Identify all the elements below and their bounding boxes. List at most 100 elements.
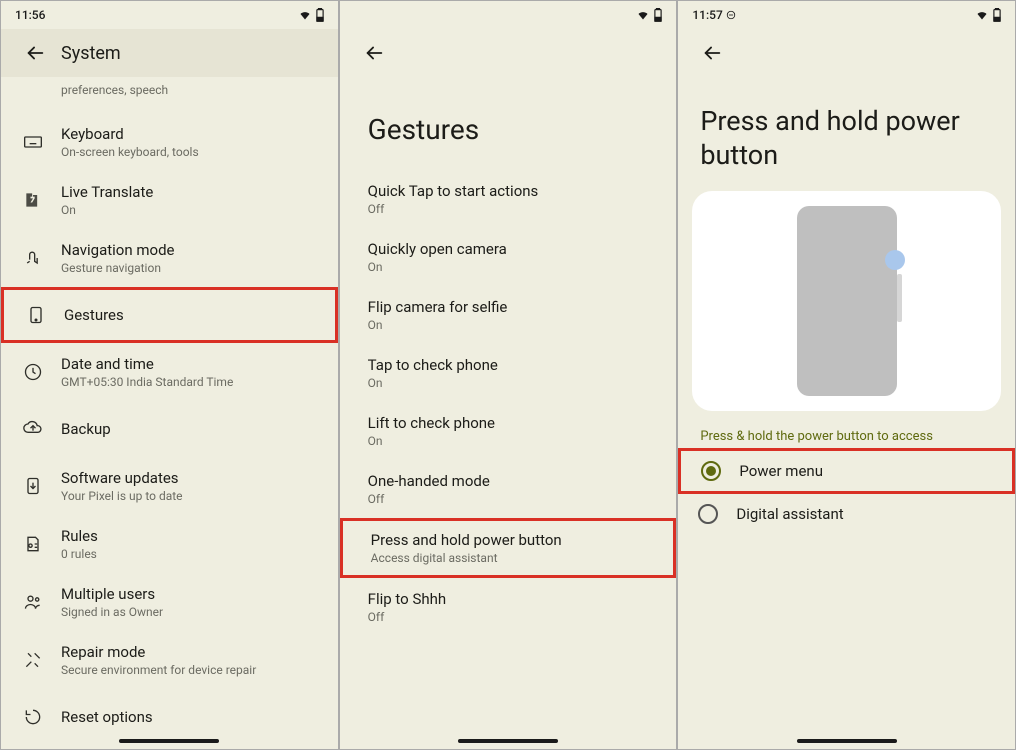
rules-icon [21, 532, 45, 556]
item-title: Keyboard [61, 125, 322, 143]
item-title: Backup [61, 420, 322, 438]
clock-icon [21, 360, 45, 384]
item-subtitle: Off [368, 202, 649, 216]
option-label: Power menu [739, 462, 823, 480]
back-arrow-icon [24, 42, 46, 64]
status-icons [636, 8, 662, 22]
option-power-menu[interactable]: Power menu [678, 448, 1015, 494]
status-icons [975, 8, 1001, 22]
item-title: Press and hold power button [371, 531, 646, 549]
item-subtitle: On [368, 318, 649, 332]
item-title: Software updates [61, 469, 322, 487]
item-keyboard[interactable]: KeyboardOn-screen keyboard, tools [1, 113, 338, 171]
status-bar: 11:56 [1, 1, 338, 29]
item-subtitle: GMT+05:30 India Standard Time [61, 375, 322, 389]
option-label: Digital assistant [736, 505, 843, 523]
item-title: Rules [61, 527, 322, 545]
radio-unselected-icon [698, 504, 718, 524]
status-bar [340, 1, 677, 29]
gesture-nav-bar[interactable] [458, 739, 558, 743]
wifi-icon [298, 9, 312, 21]
panel-system: 11:56 System preferences, speech Keyboar… [0, 0, 339, 750]
power-button-icon [897, 274, 902, 322]
item-title: Repair mode [61, 643, 322, 661]
gesture-icon [24, 303, 48, 327]
illustration [692, 191, 1001, 411]
item-title: Quick Tap to start actions [368, 182, 649, 200]
item-subtitle: On [368, 376, 649, 390]
header [678, 29, 1015, 77]
status-time: 11:57 [692, 8, 735, 22]
back-arrow-icon [701, 42, 723, 64]
gesture-nav-bar[interactable] [119, 739, 219, 743]
item-title: Flip camera for selfie [368, 298, 649, 316]
item-reset-options[interactable]: Reset options [1, 689, 338, 745]
item-subtitle: Off [368, 610, 649, 624]
gesture-quick-tap[interactable]: Quick Tap to start actions Off [340, 170, 677, 228]
item-title: Quickly open camera [368, 240, 649, 258]
panel-power-button: 11:57 Press and hold power button Press … [677, 0, 1016, 750]
item-title: Flip to Shhh [368, 590, 649, 608]
item-subtitle: On [368, 260, 649, 274]
item-subtitle: Your Pixel is up to date [61, 489, 322, 503]
radio-selected-icon [701, 461, 721, 481]
navigation-icon [21, 246, 45, 270]
panel-gestures: Gestures Quick Tap to start actions Off Q… [339, 0, 678, 750]
item-navigation-mode[interactable]: Navigation modeGesture navigation [1, 229, 338, 287]
option-digital-assistant[interactable]: Digital assistant [678, 494, 1015, 534]
item-subtitle: 0 rules [61, 547, 322, 561]
item-title: Date and time [61, 355, 322, 373]
item-title: One-handed mode [368, 472, 649, 490]
gesture-nav-bar[interactable] [797, 739, 897, 743]
item-title: Live Translate [61, 183, 322, 201]
status-icons [298, 8, 324, 22]
page-title: Press and hold power button [678, 77, 1015, 191]
placeholder-icon [21, 77, 45, 101]
wifi-icon [636, 9, 650, 21]
item-title: Multiple users [61, 585, 322, 603]
gesture-press-hold-power[interactable]: Press and hold power buttonAccess digita… [340, 518, 677, 578]
item-software-updates[interactable]: Software updates Your Pixel is up to date [1, 457, 338, 515]
battery-icon [316, 8, 324, 22]
back-button[interactable] [356, 35, 392, 71]
status-bar: 11:57 [678, 1, 1015, 29]
update-icon [21, 474, 45, 498]
item-repair-mode[interactable]: Repair mode Secure environment for device… [1, 631, 338, 689]
item-live-translate[interactable]: Live TranslateOn [1, 171, 338, 229]
item-title: Tap to check phone [368, 356, 649, 374]
item-subtitle: Secure environment for device repair [61, 663, 322, 677]
battery-icon [654, 8, 662, 22]
repair-icon [21, 648, 45, 672]
item-backup[interactable]: Backup [1, 401, 338, 457]
page-title: Gestures [340, 77, 677, 170]
gesture-one-handed[interactable]: One-handed mode Off [340, 460, 677, 518]
item-date-time[interactable]: Date and time GMT+05:30 India Standard Ti… [1, 343, 338, 401]
gesture-flip-camera[interactable]: Flip camera for selfie On [340, 286, 677, 344]
keyboard-icon [21, 130, 45, 154]
gesture-flip-shhh[interactable]: Flip to Shhh Off [340, 578, 677, 636]
backup-icon [21, 417, 45, 441]
item-multiple-users[interactable]: Multiple usersSigned in as Owner [1, 573, 338, 631]
section-caption: Press & hold the power button to access [678, 425, 1015, 448]
back-button[interactable] [694, 35, 730, 71]
settings-list[interactable]: preferences, speech KeyboardOn-screen ke… [1, 77, 338, 749]
gesture-lift-check[interactable]: Lift to check phoneOn [340, 402, 677, 460]
gesture-tap-check[interactable]: Tap to check phone On [340, 344, 677, 402]
item-title: Gestures [64, 306, 319, 324]
item-title: Navigation mode [61, 241, 322, 259]
gestures-list[interactable]: Quick Tap to start actions Off Quickly op… [340, 170, 677, 749]
truncated-item[interactable]: preferences, speech [1, 77, 338, 113]
item-gestures[interactable]: Gestures [1, 287, 338, 343]
item-rules[interactable]: Rules 0 rules [1, 515, 338, 573]
back-button[interactable] [17, 35, 53, 71]
header [340, 29, 677, 77]
page-title: System [61, 43, 121, 64]
item-title: Reset options [61, 708, 322, 726]
item-title: Lift to check phone [368, 414, 649, 432]
back-arrow-icon [363, 42, 385, 64]
item-subtitle: Off [368, 492, 649, 506]
battery-icon [993, 8, 1001, 22]
gesture-open-camera[interactable]: Quickly open camera On [340, 228, 677, 286]
reset-icon [21, 705, 45, 729]
users-icon [21, 590, 45, 614]
